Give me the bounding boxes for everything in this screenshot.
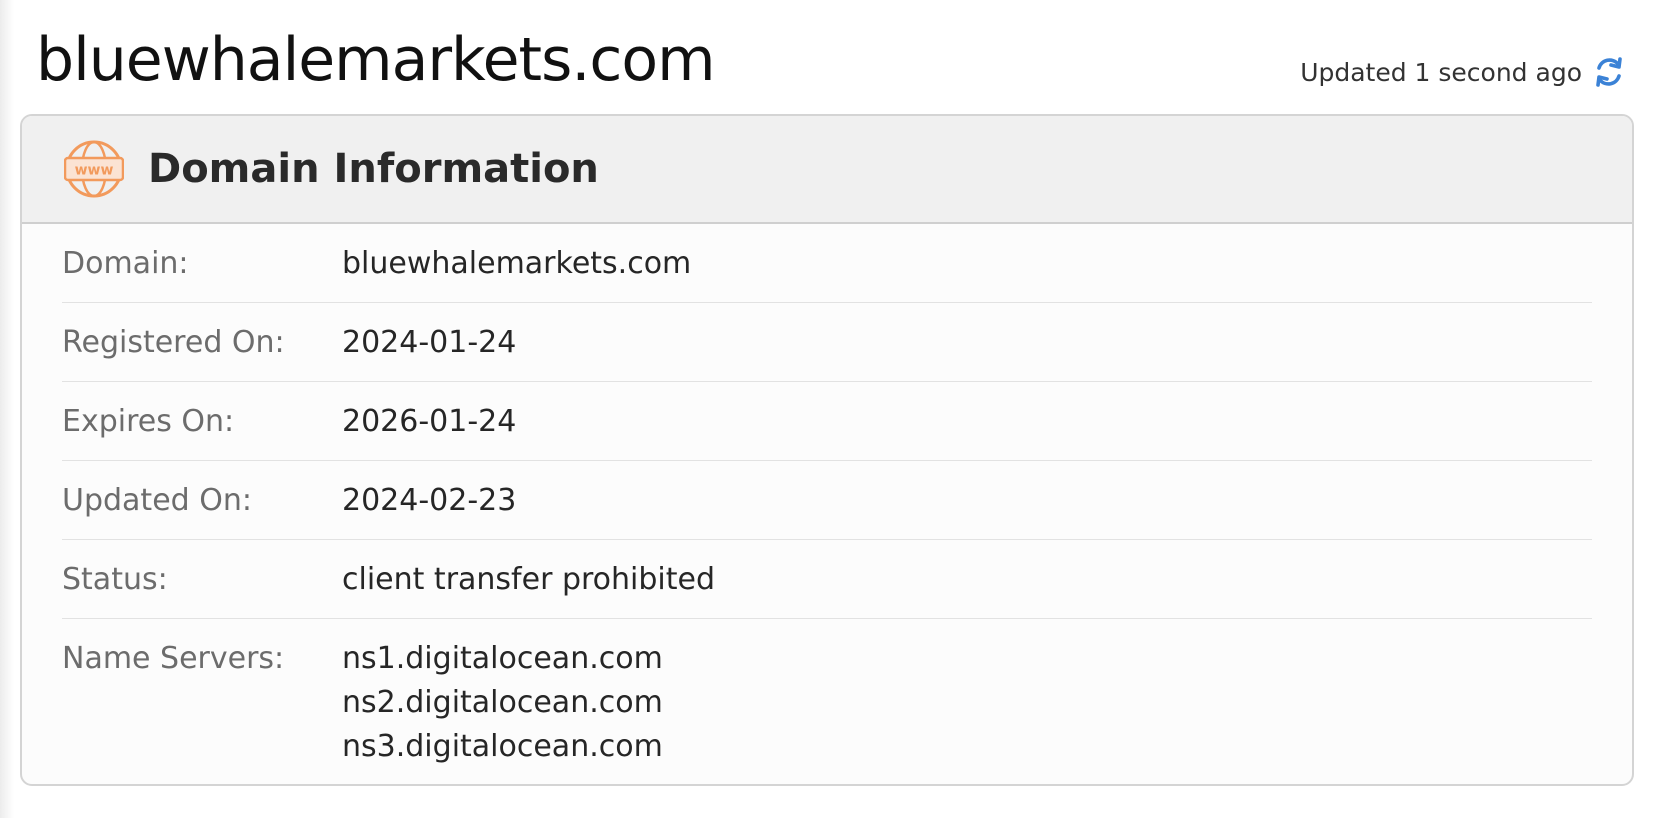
domain-value: bluewhalemarkets.com — [342, 246, 692, 281]
name-server-item: ns3.digitalocean.com — [342, 729, 663, 764]
registered-on-label: Registered On: — [62, 325, 285, 360]
row-domain: Domain: bluewhalemarkets.com — [62, 224, 1592, 303]
domain-information-card: www Domain Information Domain: bluewhale… — [20, 114, 1634, 786]
page-title: bluewhalemarkets.com — [36, 25, 716, 95]
updated-on-value: 2024-02-23 — [342, 483, 517, 518]
row-updated-on: Updated On: 2024-02-23 — [62, 461, 1592, 540]
status-label: Status: — [62, 562, 168, 597]
updated-on-label: Updated On: — [62, 483, 252, 518]
domain-details-list: Domain: bluewhalemarkets.com Registered … — [62, 224, 1592, 781]
name-server-item: ns1.digitalocean.com — [342, 641, 663, 676]
update-status: Updated 1 second ago — [1300, 52, 1626, 92]
row-registered-on: Registered On: 2024-01-24 — [62, 303, 1592, 382]
domain-label: Domain: — [62, 246, 189, 281]
card-title: Domain Information — [148, 146, 599, 192]
refresh-icon[interactable] — [1592, 55, 1626, 89]
updated-text: Updated 1 second ago — [1300, 57, 1582, 87]
expires-on-label: Expires On: — [62, 404, 235, 439]
row-status: Status: client transfer prohibited — [62, 540, 1592, 619]
row-expires-on: Expires On: 2026-01-24 — [62, 382, 1592, 461]
registered-on-value: 2024-01-24 — [342, 325, 517, 360]
www-label: www — [75, 163, 114, 179]
status-value: client transfer prohibited — [342, 562, 716, 597]
page-left-edge — [0, 0, 14, 818]
name-servers-label: Name Servers: — [62, 641, 285, 676]
www-globe-icon: www — [63, 139, 125, 199]
expires-on-value: 2026-01-24 — [342, 404, 517, 439]
name-server-item: ns2.digitalocean.com — [342, 685, 663, 720]
name-servers-list: ns1.digitalocean.com ns2.digitalocean.co… — [342, 637, 663, 769]
card-header: www Domain Information — [22, 116, 1632, 224]
row-name-servers: Name Servers: ns1.digitalocean.com ns2.d… — [62, 619, 1592, 781]
